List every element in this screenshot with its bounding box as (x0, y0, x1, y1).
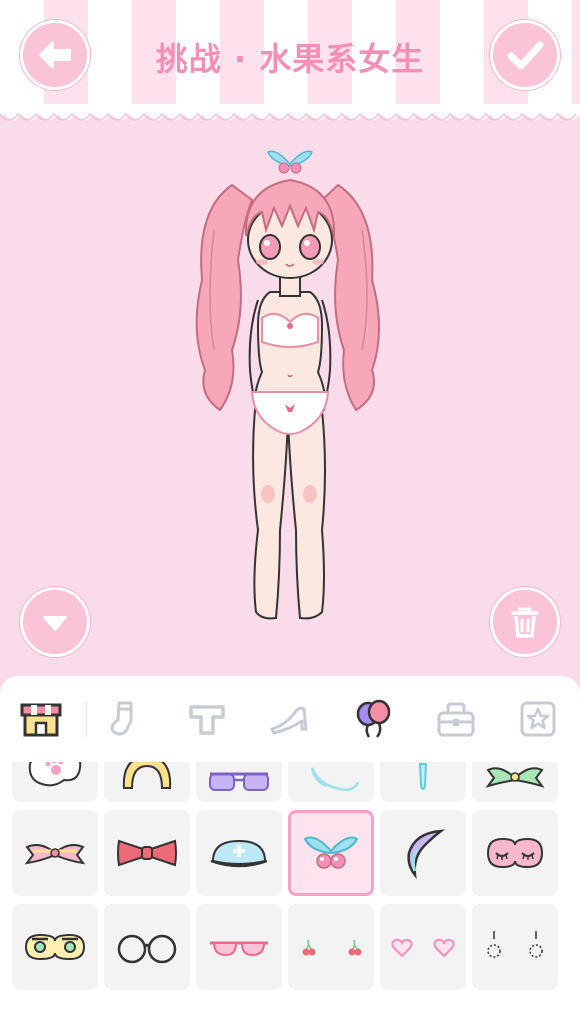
star-badge-icon (520, 701, 556, 737)
item-grid (12, 762, 568, 990)
drop-icon (418, 763, 428, 790)
arrow-left-icon (39, 41, 71, 69)
pink-glasses-icon (210, 941, 268, 957)
blue-scarf-item[interactable] (288, 762, 374, 802)
cherry-clip-icon (303, 836, 359, 869)
tab-bags[interactable] (414, 676, 497, 762)
chevron-down-icon (43, 616, 67, 631)
round-glasses-item[interactable] (104, 904, 190, 990)
green-bow-item[interactable] (472, 762, 558, 802)
sleep-mask-item[interactable] (472, 810, 558, 896)
cherry-clip-item[interactable] (288, 810, 374, 896)
trash-icon (511, 607, 539, 638)
heart-earrings-item[interactable] (380, 904, 466, 990)
tab-socks[interactable] (83, 676, 166, 762)
yellow-headband-item[interactable] (104, 762, 190, 802)
nurse-cap-icon (210, 839, 268, 868)
cherry-earrings-item[interactable] (288, 904, 374, 990)
sock-icon (110, 701, 133, 736)
pink-glasses-item[interactable] (196, 904, 282, 990)
glasses-icon (117, 934, 177, 964)
item-grid-area (0, 762, 580, 1031)
delete-button[interactable] (490, 587, 560, 657)
top-icon (189, 705, 225, 735)
chain-earrings-item[interactable] (472, 904, 558, 990)
headband-icon (122, 762, 172, 789)
blue-drop-item[interactable] (380, 762, 466, 802)
heart-earrings-icon (391, 938, 455, 958)
category-toolbar (0, 676, 580, 762)
scarf-icon (310, 767, 360, 792)
tab-tops[interactable] (166, 676, 249, 762)
tab-shop[interactable] (0, 676, 83, 762)
page-title: 挑战 · 水果系女生 (155, 40, 425, 78)
character-figure (195, 150, 380, 620)
tab-accessories[interactable] (331, 676, 414, 762)
moon-icon (407, 829, 446, 880)
eye-mask-icon (24, 933, 86, 961)
pink-hair-bow-item[interactable] (12, 810, 98, 896)
confirm-button[interactable] (490, 20, 560, 90)
back-button[interactable] (20, 20, 90, 90)
bow-icon (485, 767, 545, 788)
sleep-mask-icon (486, 837, 544, 869)
bowtie-icon (117, 839, 177, 867)
toolbar-divider (86, 700, 87, 738)
yellow-eye-mask-item[interactable] (12, 904, 98, 990)
shop-icon (20, 703, 62, 737)
red-bowtie-item[interactable] (104, 810, 190, 896)
sunglasses-icon (209, 772, 269, 791)
nurse-cap-item[interactable] (196, 810, 282, 896)
cherry-earrings-icon (302, 939, 362, 956)
tab-shoes[interactable] (249, 676, 332, 762)
high-heel-icon (270, 706, 308, 735)
dressup-stage (0, 130, 580, 675)
ribbon-icon (24, 844, 86, 865)
chain-earrings-icon (487, 931, 543, 958)
check-icon (507, 41, 544, 70)
tab-special[interactable] (497, 676, 580, 762)
bag-icon (437, 702, 475, 737)
header-scallop (0, 104, 580, 121)
purple-sunglasses-item[interactable] (196, 762, 282, 802)
fluffy-paw-item[interactable] (12, 762, 98, 802)
balloon-icon (356, 699, 391, 738)
paw-clip-icon (28, 762, 82, 787)
collapse-button[interactable] (20, 587, 90, 657)
crescent-moon-item[interactable] (380, 810, 466, 896)
